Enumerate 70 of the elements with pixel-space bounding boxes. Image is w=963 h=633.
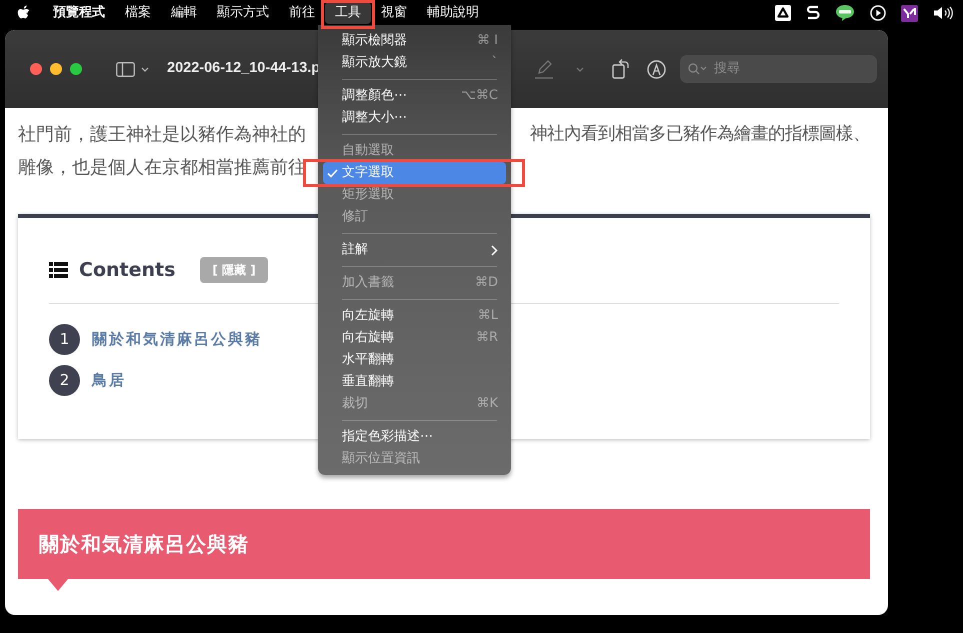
menu-title[interactable]: 預覽程式: [43, 2, 115, 24]
menu-item-label: 指定色彩描述⋯: [342, 428, 433, 446]
menu-item[interactable]: 指定色彩描述⋯: [323, 426, 506, 448]
menu-item-label: 水平翻轉: [342, 351, 394, 370]
list-icon: [49, 262, 68, 278]
menu-item-label: 文字選取: [342, 164, 394, 182]
drive-icon[interactable]: [775, 5, 791, 21]
zoom-button[interactable]: [70, 63, 82, 75]
shortcut-text: ⌘D: [474, 274, 498, 292]
shortcut-text: ⌘K: [476, 395, 498, 414]
menu-title[interactable]: 工具: [325, 2, 371, 24]
toc-link[interactable]: 關於和気清麻呂公與豬: [92, 328, 262, 350]
menu-item-label: 加入書籤: [342, 274, 394, 292]
menu-item[interactable]: 顯示檢閱器 ⌘ I: [323, 30, 506, 52]
shortcut-text: ⌥⌘C: [460, 87, 498, 106]
menu-item[interactable]: 調整顏色⋯ ⌥⌘C: [323, 85, 506, 107]
sidebar-icon[interactable]: [116, 62, 135, 76]
menu-item-label: 矩形選取: [342, 186, 394, 204]
close-button[interactable]: [30, 63, 42, 75]
menu-item-label: 向右旋轉: [342, 329, 394, 348]
menu-item-label: 自動選取: [342, 142, 394, 160]
menu-item-label: 修訂: [342, 208, 368, 226]
s-shape-icon[interactable]: [806, 5, 820, 21]
paragraph-text: 神社內看到相當多已豬作為繪畫的指標圖樣、: [530, 123, 870, 146]
toc-title: Contents: [79, 258, 176, 283]
play-icon[interactable]: [870, 5, 886, 21]
menu-item[interactable]: 調整大小⋯: [323, 107, 506, 129]
menu-item-label: 顯示放大鏡: [342, 54, 407, 72]
menu-item[interactable]: 向右旋轉 ⌘R: [323, 327, 506, 349]
menu-title[interactable]: 前往: [279, 2, 325, 24]
menu-item[interactable]: 文字選取: [323, 162, 506, 184]
pencil-icon[interactable]: [534, 59, 554, 79]
menu-item-label: 顯示位置資訊: [342, 450, 420, 468]
menu-item-label: 向左旋轉: [342, 307, 394, 326]
markup-icon[interactable]: [647, 60, 666, 78]
menu-item[interactable]: 水平翻轉: [323, 349, 506, 371]
letter-tile-icon[interactable]: [901, 4, 918, 22]
window-title: 2022-06-12_10-44-13.p: [167, 59, 320, 78]
menu-item[interactable]: 向左旋轉 ⌘L: [323, 305, 506, 327]
minimize-button[interactable]: [50, 63, 62, 75]
shortcut-text: ⌘ I: [477, 32, 498, 50]
number-circle: 1: [49, 324, 80, 354]
chevron-icon[interactable]: [141, 66, 149, 72]
menu-item-label: 調整大小⋯: [342, 109, 407, 128]
shortcut-text: ⌘L: [478, 307, 498, 326]
number-circle: 2: [49, 364, 80, 396]
menu-title[interactable]: 視窗: [371, 2, 417, 24]
chat-bubble-icon[interactable]: [835, 4, 855, 22]
menu-item[interactable]: 註解: [323, 239, 506, 261]
menu-title[interactable]: 檔案: [115, 2, 161, 24]
menu-title[interactable]: 顯示方式: [207, 2, 279, 24]
menu-item-label: 註解: [342, 241, 368, 260]
menu-title[interactable]: 輔助說明: [417, 2, 489, 24]
menu-item-label: 調整顏色⋯: [342, 87, 407, 106]
rotate-icon[interactable]: [612, 59, 630, 79]
toc-link[interactable]: 鳥居: [92, 368, 126, 392]
menu-item-label: 裁切: [342, 395, 368, 414]
menu-item-label: 顯示檢閱器: [342, 32, 407, 50]
shortcut-text: `: [492, 54, 498, 72]
apple-logo-icon[interactable]: [17, 5, 31, 21]
menu-item[interactable]: 垂直翻轉: [323, 371, 506, 393]
menu-item-label: 垂直翻轉: [342, 373, 394, 392]
section-heading: 關於和気清麻呂公與豬: [39, 531, 249, 558]
paragraph-text: 社門前，護王神社是以豬作為神社的: [18, 123, 306, 147]
chevron-icon[interactable]: [576, 66, 584, 72]
speaker-icon[interactable]: [933, 6, 953, 20]
menu-item[interactable]: 顯示放大鏡 `: [323, 52, 506, 74]
shortcut-text: ⌘R: [476, 329, 498, 348]
search-icon: [688, 63, 708, 75]
menu-title[interactable]: 編輯: [161, 2, 207, 24]
